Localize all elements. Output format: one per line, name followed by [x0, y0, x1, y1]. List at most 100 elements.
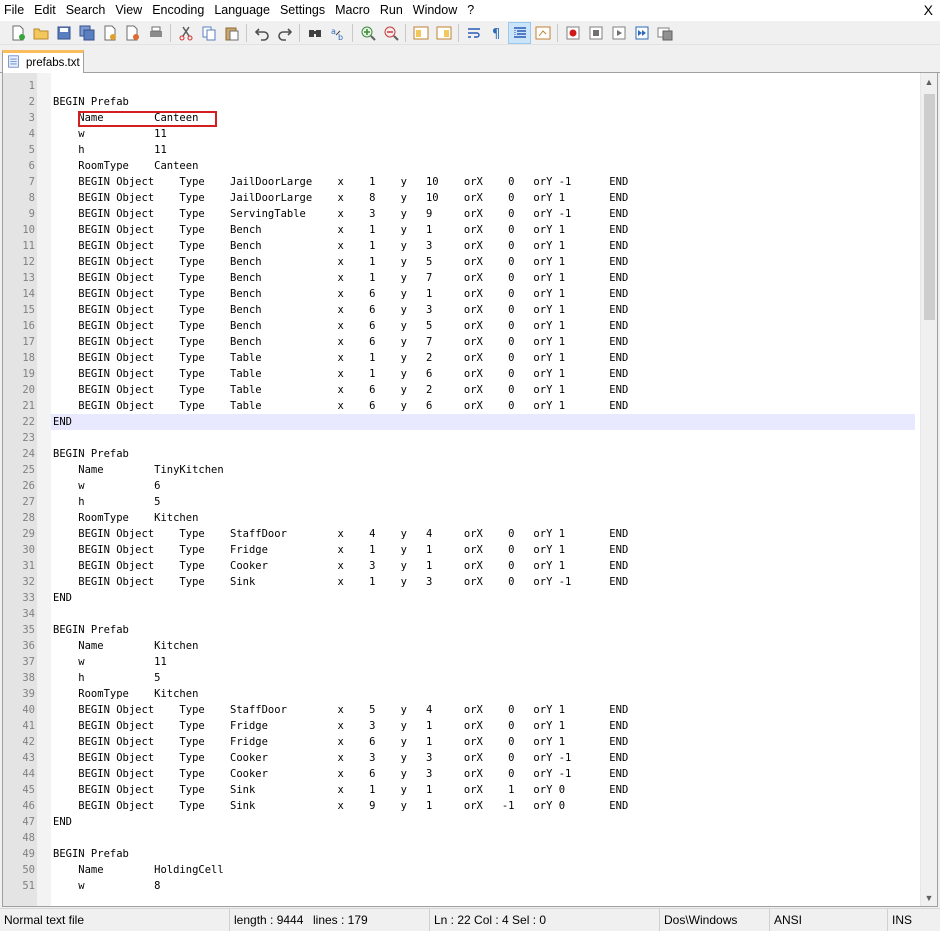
line-number: 51: [22, 880, 35, 892]
editor-line[interactable]: 4 w 11: [3, 126, 915, 142]
editor-line[interactable]: 12 BEGIN Object Type Bench x 1 y 5 orX 0…: [3, 254, 915, 270]
editor-line[interactable]: 40 BEGIN Object Type StaffDoor x 5 y 4 o…: [3, 702, 915, 718]
print-icon[interactable]: [144, 22, 167, 44]
play-macro-icon[interactable]: [607, 22, 630, 44]
editor-line[interactable]: 47 END: [3, 814, 915, 830]
new-file-icon[interactable]: [6, 22, 29, 44]
editor-line[interactable]: 49 BEGIN Prefab: [3, 846, 915, 862]
vertical-scrollbar[interactable]: ▲ ▼: [920, 73, 937, 906]
editor-line[interactable]: 2 BEGIN Prefab: [3, 94, 915, 110]
document-map-icon[interactable]: [531, 22, 554, 44]
editor-line[interactable]: 46 BEGIN Object Type Sink x 9 y 1 orX -1…: [3, 798, 915, 814]
menu-file[interactable]: File: [0, 0, 29, 21]
menu-help[interactable]: ?: [462, 0, 479, 21]
editor-line[interactable]: 32 BEGIN Object Type Sink x 1 y 3 orX 0 …: [3, 574, 915, 590]
editor-line[interactable]: 27 h 5: [3, 494, 915, 510]
save-all-icon[interactable]: [75, 22, 98, 44]
editor-line[interactable]: 36 Name Kitchen: [3, 638, 915, 654]
editor-line[interactable]: 29 BEGIN Object Type StaffDoor x 4 y 4 o…: [3, 526, 915, 542]
text-editor[interactable]: 1 2 BEGIN Prefab 3 Name Canteen 4 w 11 5 h 11…: [2, 73, 938, 907]
save-macro-icon[interactable]: [653, 22, 676, 44]
stop-macro-icon[interactable]: [584, 22, 607, 44]
scroll-up-icon[interactable]: ▲: [921, 73, 937, 90]
cut-icon[interactable]: [174, 22, 197, 44]
line-number: 11: [22, 240, 35, 252]
editor-line[interactable]: 16 BEGIN Object Type Bench x 6 y 5 orX 0…: [3, 318, 915, 334]
editor-line[interactable]: 44 BEGIN Object Type Cooker x 6 y 3 orX …: [3, 766, 915, 782]
editor-line[interactable]: 22 END: [3, 414, 915, 430]
word-wrap-icon[interactable]: [462, 22, 485, 44]
editor-line[interactable]: 41 BEGIN Object Type Fridge x 3 y 1 orX …: [3, 718, 915, 734]
editor-line[interactable]: 23: [3, 430, 915, 446]
close-document-button[interactable]: X: [924, 1, 933, 20]
sync-horizontal-scroll-icon[interactable]: [432, 22, 455, 44]
show-all-characters-icon[interactable]: ¶: [485, 22, 508, 44]
editor-line[interactable]: 45 BEGIN Object Type Sink x 1 y 1 orX 1 …: [3, 782, 915, 798]
line-text: w 11: [53, 128, 167, 140]
editor-line[interactable]: 17 BEGIN Object Type Bench x 6 y 7 orX 0…: [3, 334, 915, 350]
editor-line[interactable]: 25 Name TinyKitchen: [3, 462, 915, 478]
editor-line[interactable]: 30 BEGIN Object Type Fridge x 1 y 1 orX …: [3, 542, 915, 558]
menu-settings[interactable]: Settings: [275, 0, 330, 21]
editor-line[interactable]: 34: [3, 606, 915, 622]
scroll-thumb[interactable]: [924, 94, 935, 320]
zoom-in-icon[interactable]: [356, 22, 379, 44]
zoom-out-icon[interactable]: [379, 22, 402, 44]
editor-line[interactable]: 50 Name HoldingCell: [3, 862, 915, 878]
editor-line[interactable]: 14 BEGIN Object Type Bench x 6 y 1 orX 0…: [3, 286, 915, 302]
editor-line[interactable]: 13 BEGIN Object Type Bench x 1 y 7 orX 0…: [3, 270, 915, 286]
indent-guide-icon[interactable]: [508, 21, 531, 44]
paste-icon[interactable]: [220, 22, 243, 44]
editor-line[interactable]: 35 BEGIN Prefab: [3, 622, 915, 638]
editor-line[interactable]: 28 RoomType Kitchen: [3, 510, 915, 526]
menu-encoding[interactable]: Encoding: [147, 0, 209, 21]
sync-vertical-scroll-icon[interactable]: [409, 22, 432, 44]
editor-line[interactable]: 21 BEGIN Object Type Table x 6 y 6 orX 0…: [3, 398, 915, 414]
editor-line[interactable]: 9 BEGIN Object Type ServingTable x 3 y 9…: [3, 206, 915, 222]
editor-line[interactable]: 7 BEGIN Object Type JailDoorLarge x 1 y …: [3, 174, 915, 190]
undo-icon[interactable]: [250, 22, 273, 44]
editor-line[interactable]: 39 RoomType Kitchen: [3, 686, 915, 702]
editor-line[interactable]: 10 BEGIN Object Type Bench x 1 y 1 orX 0…: [3, 222, 915, 238]
menu-macro[interactable]: Macro: [330, 0, 375, 21]
editor-line[interactable]: 26 w 6: [3, 478, 915, 494]
close-all-icon[interactable]: [121, 22, 144, 44]
line-text: BEGIN Object Type Table x 6 y 6 orX 0 or…: [53, 400, 629, 412]
editor-line[interactable]: 6 RoomType Canteen: [3, 158, 915, 174]
menu-window[interactable]: Window: [408, 0, 462, 21]
close-file-icon[interactable]: [98, 22, 121, 44]
editor-line[interactable]: 38 h 5: [3, 670, 915, 686]
editor-line[interactable]: 5 h 11: [3, 142, 915, 158]
line-text: BEGIN Prefab: [53, 448, 129, 460]
menu-search[interactable]: Search: [61, 0, 111, 21]
record-macro-icon[interactable]: [561, 22, 584, 44]
editor-line[interactable]: 1: [3, 78, 915, 94]
menu-edit[interactable]: Edit: [29, 0, 61, 21]
menu-view[interactable]: View: [110, 0, 147, 21]
editor-line[interactable]: 42 BEGIN Object Type Fridge x 6 y 1 orX …: [3, 734, 915, 750]
editor-line[interactable]: 43 BEGIN Object Type Cooker x 3 y 3 orX …: [3, 750, 915, 766]
find-icon[interactable]: [303, 22, 326, 44]
open-file-icon[interactable]: [29, 22, 52, 44]
editor-line[interactable]: 11 BEGIN Object Type Bench x 1 y 3 orX 0…: [3, 238, 915, 254]
editor-line[interactable]: 31 BEGIN Object Type Cooker x 3 y 1 orX …: [3, 558, 915, 574]
editor-line[interactable]: 24 BEGIN Prefab: [3, 446, 915, 462]
editor-line[interactable]: 51 w 8: [3, 878, 915, 894]
run-macro-multiple-icon[interactable]: [630, 22, 653, 44]
editor-line[interactable]: 19 BEGIN Object Type Table x 1 y 6 orX 0…: [3, 366, 915, 382]
editor-line[interactable]: 37 w 11: [3, 654, 915, 670]
replace-icon[interactable]: ab: [326, 22, 349, 44]
tab-prefabs-txt[interactable]: prefabs.txt: [2, 50, 84, 73]
editor-line[interactable]: 18 BEGIN Object Type Table x 1 y 2 orX 0…: [3, 350, 915, 366]
editor-line[interactable]: 48: [3, 830, 915, 846]
menu-language[interactable]: Language: [209, 0, 275, 21]
redo-icon[interactable]: [273, 22, 296, 44]
menu-run[interactable]: Run: [375, 0, 408, 21]
editor-line[interactable]: 33 END: [3, 590, 915, 606]
editor-line[interactable]: 20 BEGIN Object Type Table x 6 y 2 orX 0…: [3, 382, 915, 398]
editor-line[interactable]: 8 BEGIN Object Type JailDoorLarge x 8 y …: [3, 190, 915, 206]
copy-icon[interactable]: [197, 22, 220, 44]
save-icon[interactable]: [52, 22, 75, 44]
editor-line[interactable]: 15 BEGIN Object Type Bench x 6 y 3 orX 0…: [3, 302, 915, 318]
scroll-down-icon[interactable]: ▼: [921, 889, 937, 906]
